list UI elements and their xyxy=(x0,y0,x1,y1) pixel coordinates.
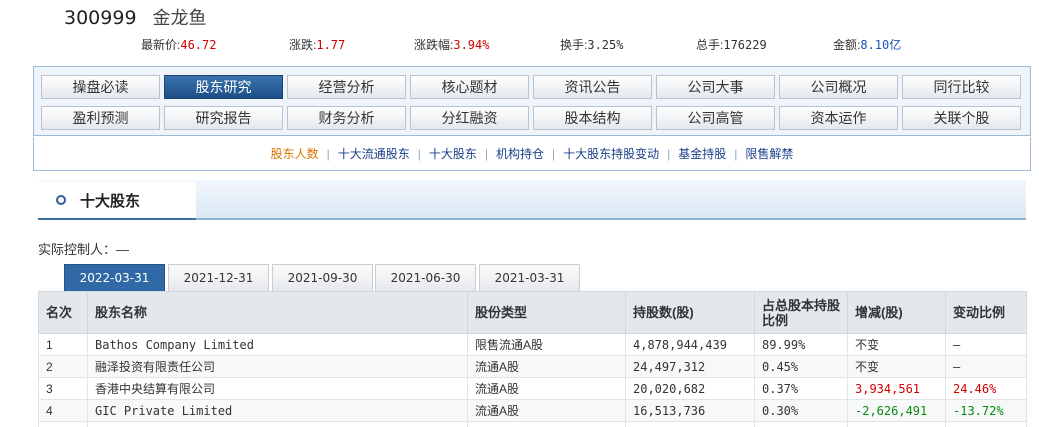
table-row: 1 Bathos Company Limited 限售流通A股 4,878,94… xyxy=(38,333,1027,356)
cell-rank: 2 xyxy=(38,355,88,378)
quote-value: 3.94% xyxy=(453,38,490,52)
subnav-link[interactable]: 限售解禁 xyxy=(739,145,799,162)
cell-change: 3,934,561 xyxy=(847,377,946,400)
cell-ratio: 0.37% xyxy=(754,377,848,400)
nav-btn[interactable]: 操盘必读 xyxy=(41,75,160,99)
nav-btn[interactable]: 关联个股 xyxy=(902,106,1021,130)
nav-btn[interactable]: 资本运作 xyxy=(779,106,898,130)
cell-share-type: 限售流通A股 xyxy=(467,333,626,356)
section-header: 十大股东 xyxy=(38,180,1026,220)
nav-btn[interactable]: 经营分析 xyxy=(287,75,406,99)
subnav-link[interactable]: 十大股东 xyxy=(423,145,483,162)
col-header-ratio: 占总股本持股比例 xyxy=(754,291,848,334)
quote-value: 3.25% xyxy=(587,38,624,52)
quote-change: 涨跌:1.77 xyxy=(289,38,346,52)
nav-btn[interactable]: 公司大事 xyxy=(656,75,775,99)
cell-shares: 24,497,312 xyxy=(625,355,755,378)
cell-change: 不变 xyxy=(847,333,946,356)
col-header-change: 增减(股) xyxy=(847,291,946,334)
cell-change: 不变 xyxy=(847,355,946,378)
quote-value: 8.10亿 xyxy=(860,38,902,52)
cell-rank: 3 xyxy=(38,377,88,400)
nav-btn[interactable]: 股本结构 xyxy=(533,106,652,130)
cell-rank: 4 xyxy=(38,399,88,422)
cell-holder-name: Bathos Company Limited xyxy=(87,333,468,356)
quote-value: 46.72 xyxy=(180,38,217,52)
table-row: 3 香港中央结算有限公司 流通A股 20,020,682 0.37% 3,934… xyxy=(38,377,1027,400)
date-tab[interactable]: 2021-12-31 xyxy=(168,264,269,291)
top-holders-table: 名次 股东名称 股份类型 持股数(股) 占总股本持股比例 增减(股) 变动比例 … xyxy=(38,291,1027,427)
nav-btn[interactable]: 公司高管 xyxy=(656,106,775,130)
col-header-name: 股东名称 xyxy=(87,291,468,334)
subnav-separator: | xyxy=(484,146,488,161)
cell-shares: 4,878,944,439 xyxy=(625,333,755,356)
stock-title: 300999 金龙鱼 xyxy=(64,4,207,29)
sub-nav: 股东人数 | 十大流通股东 | 十大股东 | 机构持仓 | 十大股东持股变动 |… xyxy=(33,137,1031,171)
cell-share-type: 流通A股 xyxy=(467,399,626,422)
cell-holder-name: GIC Private Limited xyxy=(87,399,468,422)
date-tab[interactable]: 2021-03-31 xyxy=(479,264,580,291)
quote-bar: 最新价:46.72 涨跌:1.77 涨跌幅:3.94% 换手:3.25% 总手:… xyxy=(0,36,1039,56)
date-tab[interactable]: 2021-06-30 xyxy=(375,264,476,291)
subnav-link[interactable]: 股东人数 xyxy=(265,145,325,162)
nav-btn[interactable]: 股东研究 xyxy=(164,75,283,99)
cell-ratio: 0.30% xyxy=(754,399,848,422)
cell-holder-name: 融泽投资有限责任公司 xyxy=(87,355,468,378)
circle-bullet-icon xyxy=(56,195,66,205)
table-row: 2 融泽投资有限责任公司 流通A股 24,497,312 0.45% 不变 — xyxy=(38,355,1027,378)
nav-btn[interactable]: 资讯公告 xyxy=(533,75,652,99)
subnav-link[interactable]: 机构持仓 xyxy=(490,145,550,162)
nav-btn[interactable]: 研究报告 xyxy=(164,106,283,130)
cell-ratio: 0.45% xyxy=(754,355,848,378)
stock-name: 金龙鱼 xyxy=(152,8,207,29)
stock-code: 300999 xyxy=(64,7,137,29)
actual-controller: 实际控制人：— xyxy=(38,242,130,257)
table-row-partial xyxy=(38,421,1027,427)
subnav-separator: | xyxy=(326,146,330,161)
cell-share-type: 流通A股 xyxy=(467,377,626,400)
subnav-link[interactable]: 基金持股 xyxy=(672,145,732,162)
main-nav: 操盘必读 股东研究 经营分析 核心题材 资讯公告 公司大事 公司概况 同行比较 … xyxy=(33,66,1031,136)
cell-change-pct: — xyxy=(945,355,1027,378)
col-header-rank: 名次 xyxy=(38,291,88,334)
cell-change-pct: — xyxy=(945,333,1027,356)
nav-btn[interactable]: 盈利预测 xyxy=(41,106,160,130)
subnav-link[interactable]: 十大股东持股变动 xyxy=(557,145,665,162)
cell-change: -2,626,491 xyxy=(847,399,946,422)
subnav-separator: | xyxy=(417,146,421,161)
cell-change-pct: -13.72% xyxy=(945,399,1027,422)
nav-btn[interactable]: 同行比较 xyxy=(902,75,1021,99)
nav-btn[interactable]: 财务分析 xyxy=(287,106,406,130)
cell-ratio: 89.99% xyxy=(754,333,848,356)
quote-latest-price: 最新价:46.72 xyxy=(141,38,217,52)
nav-btn[interactable]: 核心题材 xyxy=(410,75,529,99)
cell-share-type: 流通A股 xyxy=(467,355,626,378)
cell-holder-name: 香港中央结算有限公司 xyxy=(87,377,468,400)
cell-shares: 20,020,682 xyxy=(625,377,755,400)
nav-btn[interactable]: 公司概况 xyxy=(779,75,898,99)
date-tab[interactable]: 2021-09-30 xyxy=(272,264,373,291)
quote-value: 1.77 xyxy=(316,38,346,52)
nav-btn[interactable]: 分红融资 xyxy=(410,106,529,130)
subnav-separator: | xyxy=(552,146,556,161)
cell-change-pct: 24.46% xyxy=(945,377,1027,400)
quote-value: 176229 xyxy=(723,38,767,52)
quote-change-pct: 涨跌幅:3.94% xyxy=(414,38,490,52)
section-title: 十大股东 xyxy=(80,192,141,210)
col-header-type: 股份类型 xyxy=(467,291,626,334)
subnav-separator: | xyxy=(667,146,671,161)
quote-amount: 金额:8.10亿 xyxy=(833,38,902,52)
date-tab[interactable]: 2022-03-31 xyxy=(64,264,165,291)
section-tab: 十大股东 xyxy=(38,182,196,220)
cell-rank: 1 xyxy=(38,333,88,356)
subnav-link[interactable]: 十大流通股东 xyxy=(332,145,416,162)
quote-volume: 总手:176229 xyxy=(696,38,767,52)
subnav-separator: | xyxy=(734,146,738,161)
col-header-shares: 持股数(股) xyxy=(625,291,755,334)
quote-turnover: 换手:3.25% xyxy=(560,38,624,52)
cell-shares: 16,513,736 xyxy=(625,399,755,422)
col-header-change-pct: 变动比例 xyxy=(945,291,1027,334)
table-row: 4 GIC Private Limited 流通A股 16,513,736 0.… xyxy=(38,399,1027,422)
table-header-row: 名次 股东名称 股份类型 持股数(股) 占总股本持股比例 增减(股) 变动比例 xyxy=(38,291,1027,334)
